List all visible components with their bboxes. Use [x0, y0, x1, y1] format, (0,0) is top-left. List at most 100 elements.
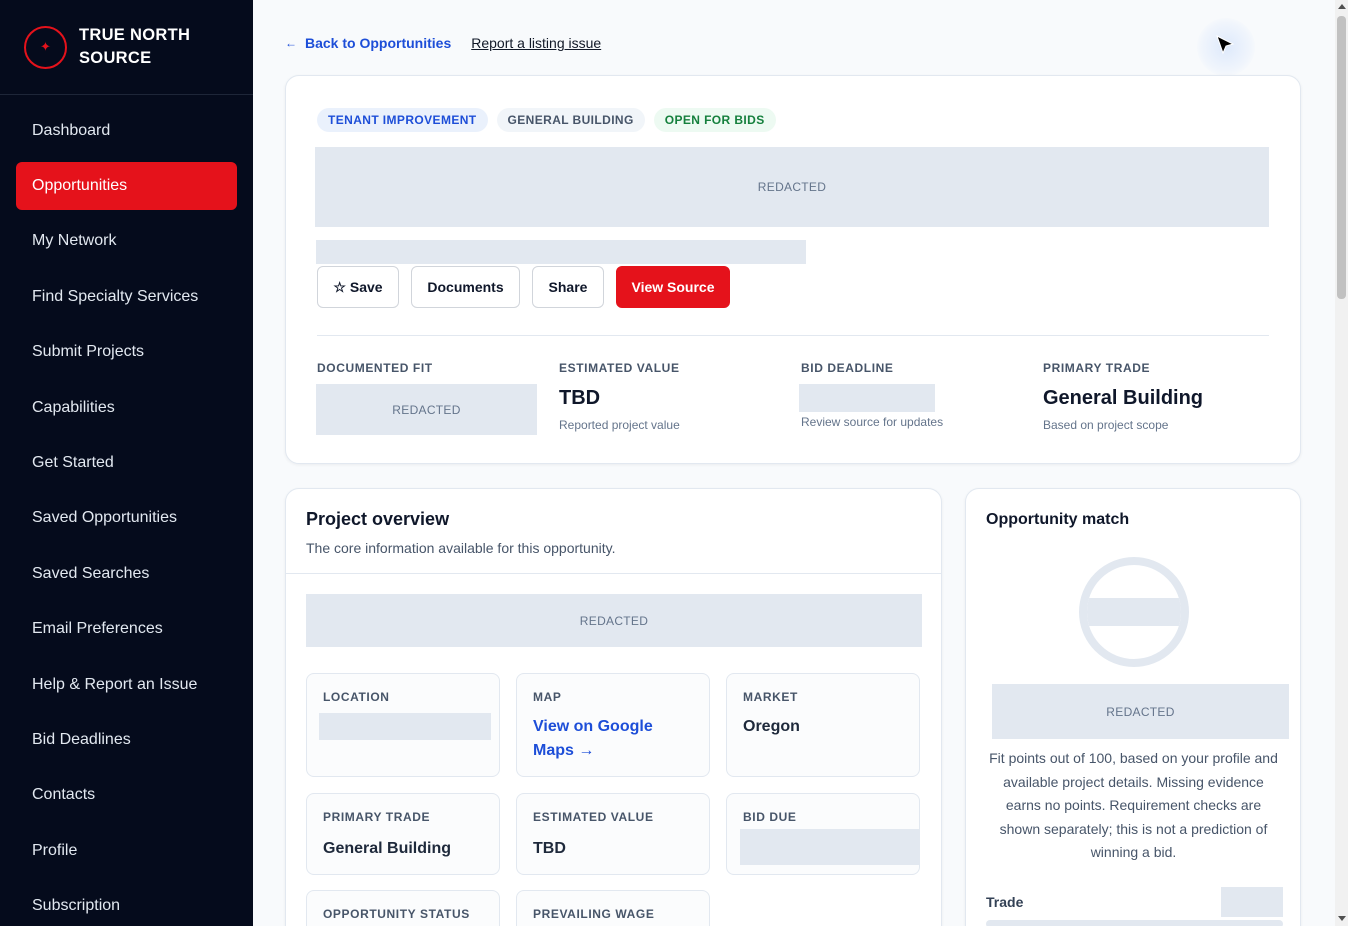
breadcrumb: ← Back to Opportunities Report a listing…	[285, 35, 601, 51]
stat-primary-trade: PRIMARY TRADE General Building Based on …	[1043, 361, 1273, 432]
tile-label: LOCATION	[323, 690, 390, 704]
main-content: ← Back to Opportunities Report a listing…	[253, 0, 1335, 926]
compass-logo-icon: ✦	[24, 25, 67, 69]
scrollbar-thumb[interactable]	[1337, 16, 1346, 299]
sidebar-item-contacts[interactable]: Contacts	[16, 772, 237, 819]
sidebar-item-label: Subscription	[32, 897, 121, 915]
sidebar-item-label: My Network	[32, 232, 117, 250]
brand-name-line2: SOURCE	[79, 49, 152, 67]
stat-deadline-placeholder	[799, 384, 935, 412]
tile-location: LOCATION	[306, 673, 500, 777]
opportunity-hero-card: TENANT IMPROVEMENT GENERAL BUILDING OPEN…	[285, 75, 1301, 464]
sidebar-item-saved-searches[interactable]: Saved Searches	[16, 550, 237, 597]
report-listing-issue-link[interactable]: Report a listing issue	[471, 35, 601, 51]
tile-value: TBD	[533, 840, 566, 857]
sidebar-item-label: Contacts	[32, 786, 96, 804]
brand-name-line1: TRUE NORTH	[79, 26, 191, 44]
sidebar-nav: Dashboard Opportunities My Network Find …	[0, 95, 253, 926]
tile-market: MARKET Oregon	[726, 673, 920, 777]
overview-title: Project overview	[306, 509, 450, 529]
fit-score-placeholder	[1087, 598, 1181, 626]
brand[interactable]: ✦ TRUE NORTH SOURCE	[0, 0, 253, 95]
stat-estimated-value: ESTIMATED VALUE TBD Reported project val…	[559, 361, 789, 432]
scroll-up-arrow-icon[interactable]	[1338, 4, 1346, 9]
tile-label: MAP	[533, 690, 562, 704]
sidebar-item-label: Bid Deadlines	[32, 730, 131, 748]
sidebar-item-subscription[interactable]: Subscription	[16, 882, 237, 926]
back-link-label: Back to Opportunities	[305, 35, 452, 51]
stat-sub: Based on project scope	[1043, 418, 1169, 432]
tile-label: PRIMARY TRADE	[323, 810, 431, 824]
stat-documented-fit: DOCUMENTED FIT REDACTED	[316, 361, 547, 435]
tile-value: General Building	[323, 840, 452, 857]
sidebar-item-label: Capabilities	[32, 398, 115, 416]
sidebar: ✦ TRUE NORTH SOURCE Dashboard Opportunit…	[0, 0, 253, 926]
sidebar-item-help[interactable]: Help & Report an Issue	[16, 661, 237, 708]
project-overview-card: Project overview The core information av…	[285, 488, 942, 926]
sidebar-item-label: Profile	[32, 841, 78, 859]
trade-progress-bar	[986, 920, 1283, 926]
page-scrollbar[interactable]	[1335, 0, 1348, 926]
tag-tenant-improvement: TENANT IMPROVEMENT	[317, 108, 488, 132]
tag-general-building: GENERAL BUILDING	[496, 108, 645, 132]
stat-bid-deadline: BID DEADLINE Review source for updates	[799, 361, 1031, 429]
trade-score-placeholder	[1221, 887, 1283, 917]
bid-due-placeholder	[740, 829, 920, 865]
stat-value: General Building	[1043, 387, 1204, 409]
documents-button[interactable]: Documents	[411, 266, 520, 308]
stat-label: ESTIMATED VALUE	[559, 361, 680, 375]
tile-label: ESTIMATED VALUE	[533, 810, 654, 824]
sidebar-item-label: Saved Searches	[32, 564, 150, 582]
tile-value: Oregon	[743, 718, 800, 735]
sidebar-item-saved-opportunities[interactable]: Saved Opportunities	[16, 495, 237, 542]
tile-label: BID DUE	[743, 810, 797, 824]
sidebar-item-find-specialty-services[interactable]: Find Specialty Services	[16, 273, 237, 320]
stat-value: TBD	[559, 387, 601, 409]
stat-fit-redacted: REDACTED	[316, 384, 537, 435]
tag-open-for-bids: OPEN FOR BIDS	[653, 108, 776, 132]
sidebar-item-bid-deadlines[interactable]: Bid Deadlines	[16, 716, 237, 763]
share-button[interactable]: Share	[532, 266, 604, 308]
divider	[317, 335, 1269, 336]
tile-prevailing-wage: PREVAILING WAGE	[516, 890, 710, 926]
tile-label: MARKET	[743, 690, 798, 704]
tile-estimated-value: ESTIMATED VALUE TBD	[516, 793, 710, 875]
tile-map: MAP View on Google Maps →	[516, 673, 710, 777]
tile-label: PREVAILING WAGE	[533, 907, 655, 921]
brand-name: TRUE NORTH SOURCE	[79, 24, 219, 70]
action-bar: ☆ Save Documents Share View Source	[317, 266, 742, 308]
stat-label: PRIMARY TRADE	[1043, 361, 1151, 375]
google-maps-link[interactable]: View on Google Maps →	[533, 715, 693, 763]
stat-sub: Review source for updates	[801, 415, 944, 429]
map-link-line2: Maps →	[533, 742, 595, 759]
opportunity-title-redacted: REDACTED	[315, 147, 1269, 227]
sidebar-item-email-preferences[interactable]: Email Preferences	[16, 606, 237, 653]
overview-subtitle: The core information available for this …	[306, 540, 616, 556]
arrow-left-icon: ←	[285, 36, 297, 50]
sidebar-item-label: Email Preferences	[32, 620, 163, 638]
sidebar-item-opportunities[interactable]: Opportunities	[16, 162, 237, 210]
tile-opportunity-status: OPPORTUNITY STATUS	[306, 890, 500, 926]
sidebar-item-profile[interactable]: Profile	[16, 827, 237, 874]
overview-redacted: REDACTED	[306, 594, 922, 647]
location-placeholder	[319, 713, 491, 740]
view-source-button[interactable]: View Source	[616, 266, 730, 308]
sidebar-item-label: Help & Report an Issue	[32, 675, 198, 693]
sidebar-item-my-network[interactable]: My Network	[16, 218, 237, 265]
sidebar-item-get-started[interactable]: Get Started	[16, 439, 237, 486]
tag-list: TENANT IMPROVEMENT GENERAL BUILDING OPEN…	[317, 108, 785, 132]
sidebar-item-dashboard[interactable]: Dashboard	[16, 107, 237, 154]
stat-label: DOCUMENTED FIT	[317, 361, 433, 375]
match-score-redacted: REDACTED	[992, 684, 1289, 739]
fit-score-ring	[1079, 557, 1189, 667]
sidebar-item-label: Submit Projects	[32, 343, 145, 361]
back-to-opportunities-link[interactable]: ← Back to Opportunities	[285, 35, 451, 51]
stat-sub: Reported project value	[559, 418, 680, 432]
sidebar-item-submit-projects[interactable]: Submit Projects	[16, 329, 237, 376]
sidebar-item-capabilities[interactable]: Capabilities	[16, 384, 237, 431]
match-description: Fit points out of 100, based on your pro…	[989, 750, 1278, 860]
sidebar-item-label: Find Specialty Services	[32, 287, 199, 305]
scroll-down-arrow-icon[interactable]	[1338, 916, 1346, 921]
save-button[interactable]: ☆ Save	[317, 266, 399, 308]
tile-label: OPPORTUNITY STATUS	[323, 907, 470, 921]
